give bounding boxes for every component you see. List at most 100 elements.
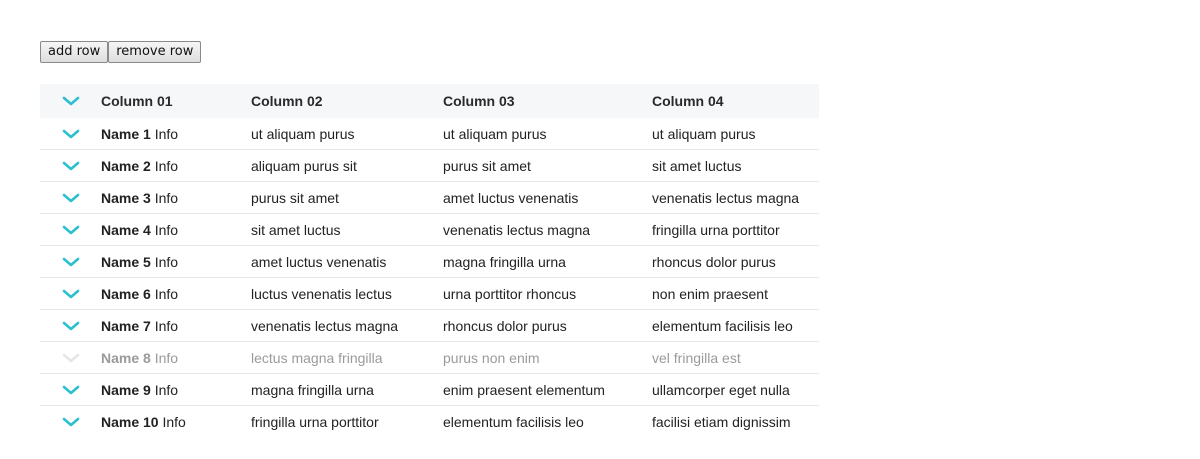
expand-all-toggle[interactable] bbox=[40, 95, 101, 107]
table-row[interactable]: Name 2 Info aliquam purus sit purus sit am… bbox=[40, 150, 819, 182]
row-name: Name 5 bbox=[101, 253, 151, 270]
column-header-02[interactable]: Column 02 bbox=[251, 93, 443, 109]
row-expand-toggle[interactable] bbox=[40, 160, 101, 172]
row-cell-column-02: luctus venenatis lectus bbox=[251, 285, 392, 302]
row-info: Info bbox=[154, 317, 179, 334]
chevron-down-icon bbox=[62, 385, 79, 394]
column-header-03[interactable]: Column 03 bbox=[443, 93, 652, 109]
row-expand-toggle[interactable] bbox=[40, 256, 101, 268]
table-row[interactable]: Name 10 Info fringilla urna porttitor elem… bbox=[40, 406, 819, 437]
chevron-down-icon bbox=[62, 257, 79, 266]
row-name-cell: Name 9 Info bbox=[101, 382, 251, 398]
table-row[interactable]: Name 4 Info sit amet luctus venenatis lect… bbox=[40, 214, 819, 246]
chevron-down-icon bbox=[62, 417, 79, 426]
row-cell-column-04: ullamcorper eget nulla bbox=[652, 381, 790, 398]
remove-row-button[interactable]: remove row bbox=[108, 41, 202, 63]
table-body: Name 1 Info ut aliquam purus ut aliquam pu… bbox=[40, 118, 819, 437]
row-name-cell: Name 6 Info bbox=[101, 286, 251, 302]
row-cell-column-03: rhoncus dolor purus bbox=[443, 317, 567, 334]
table-row[interactable]: Name 9 Info magna fringilla urna enim prae… bbox=[40, 374, 819, 406]
row-info: Info bbox=[154, 285, 179, 302]
row-cell-column-03: purus non enim bbox=[443, 349, 540, 366]
chevron-down-icon bbox=[62, 225, 79, 234]
row-expand-toggle[interactable] bbox=[40, 192, 101, 204]
row-expand-toggle[interactable] bbox=[40, 320, 101, 332]
chevron-down-icon bbox=[62, 193, 79, 202]
row-cell-column-02: fringilla urna porttitor bbox=[251, 413, 379, 430]
table-row[interactable]: Name 6 Info luctus venenatis lectus urna p… bbox=[40, 278, 819, 310]
row-cell-column-02: aliquam purus sit bbox=[251, 157, 357, 174]
row-info: Info bbox=[154, 189, 179, 206]
chevron-down-icon bbox=[62, 321, 79, 330]
chevron-down-icon bbox=[62, 96, 79, 106]
chevron-down-icon bbox=[62, 161, 79, 170]
row-cell-column-03: ut aliquam purus bbox=[443, 125, 547, 142]
row-name-cell: Name 1 Info bbox=[101, 126, 251, 142]
table-header-row: Column 01 Column 02 Column 03 Column 04 bbox=[40, 84, 819, 118]
row-cell-column-04: facilisi etiam dignissim bbox=[652, 413, 791, 430]
toolbar: add row remove row bbox=[40, 41, 202, 63]
row-name: Name 7 bbox=[101, 317, 151, 334]
row-expand-toggle[interactable] bbox=[40, 128, 101, 140]
row-info: Info bbox=[154, 253, 179, 270]
row-cell-column-04: rhoncus dolor purus bbox=[652, 253, 776, 270]
row-cell-column-03: amet luctus venenatis bbox=[443, 189, 579, 206]
row-cell-column-02: sit amet luctus bbox=[251, 221, 341, 238]
row-name-cell: Name 10 Info bbox=[101, 414, 251, 430]
row-info: Info bbox=[154, 157, 179, 174]
column-header-01[interactable]: Column 01 bbox=[101, 93, 251, 109]
row-cell-column-04: ut aliquam purus bbox=[652, 125, 756, 142]
row-cell-column-04: vel fringilla est bbox=[652, 349, 741, 366]
data-table: Column 01 Column 02 Column 03 Column 04 … bbox=[40, 84, 819, 437]
row-cell-column-02: venenatis lectus magna bbox=[251, 317, 399, 334]
row-expand-toggle[interactable] bbox=[40, 416, 101, 428]
row-name: Name 8 bbox=[101, 349, 151, 366]
chevron-down-icon bbox=[62, 289, 79, 298]
row-name: Name 10 bbox=[101, 413, 159, 430]
row-cell-column-02: lectus magna fringilla bbox=[251, 349, 383, 366]
add-row-button[interactable]: add row bbox=[40, 41, 109, 63]
row-info: Info bbox=[154, 221, 179, 238]
row-name: Name 3 bbox=[101, 189, 151, 206]
chevron-down-icon bbox=[62, 353, 79, 362]
row-name-cell: Name 8 Info bbox=[101, 350, 251, 366]
row-cell-column-03: urna porttitor rhoncus bbox=[443, 285, 577, 302]
row-expand-toggle[interactable] bbox=[40, 352, 101, 364]
table-row[interactable]: Name 8 Info lectus magna fringilla purus n… bbox=[40, 342, 819, 374]
chevron-down-icon bbox=[62, 129, 79, 138]
row-name: Name 1 bbox=[101, 125, 151, 142]
column-header-04[interactable]: Column 04 bbox=[652, 93, 819, 109]
row-expand-toggle[interactable] bbox=[40, 384, 101, 396]
table-row[interactable]: Name 3 Info purus sit amet amet luctus ven… bbox=[40, 182, 819, 214]
row-name: Name 4 bbox=[101, 221, 151, 238]
table-row[interactable]: Name 5 Info amet luctus venenatis magna fr… bbox=[40, 246, 819, 278]
row-name-cell: Name 2 Info bbox=[101, 158, 251, 174]
row-cell-column-02: purus sit amet bbox=[251, 189, 339, 206]
row-info: Info bbox=[154, 381, 179, 398]
row-info: Info bbox=[154, 349, 179, 366]
row-cell-column-03: venenatis lectus magna bbox=[443, 221, 591, 238]
row-name-cell: Name 3 Info bbox=[101, 190, 251, 206]
row-name: Name 2 bbox=[101, 157, 151, 174]
row-expand-toggle[interactable] bbox=[40, 288, 101, 300]
table-row[interactable]: Name 7 Info venenatis lectus magna rhoncus… bbox=[40, 310, 819, 342]
row-cell-column-04: non enim praesent bbox=[652, 285, 768, 302]
row-cell-column-03: enim praesent elementum bbox=[443, 381, 605, 398]
row-cell-column-03: purus sit amet bbox=[443, 157, 531, 174]
row-info: Info bbox=[154, 125, 179, 142]
row-cell-column-02: magna fringilla urna bbox=[251, 381, 374, 398]
row-cell-column-02: amet luctus venenatis bbox=[251, 253, 387, 270]
row-cell-column-03: elementum facilisis leo bbox=[443, 413, 584, 430]
row-name: Name 6 bbox=[101, 285, 151, 302]
row-cell-column-03: magna fringilla urna bbox=[443, 253, 566, 270]
row-cell-column-04: venenatis lectus magna bbox=[652, 189, 800, 206]
row-name-cell: Name 5 Info bbox=[101, 254, 251, 270]
row-cell-column-02: ut aliquam purus bbox=[251, 125, 355, 142]
row-cell-column-04: sit amet luctus bbox=[652, 157, 742, 174]
row-cell-column-04: fringilla urna porttitor bbox=[652, 221, 780, 238]
row-expand-toggle[interactable] bbox=[40, 224, 101, 236]
row-cell-column-04: elementum facilisis leo bbox=[652, 317, 793, 334]
row-name-cell: Name 7 Info bbox=[101, 318, 251, 334]
table-row[interactable]: Name 1 Info ut aliquam purus ut aliquam pu… bbox=[40, 118, 819, 150]
row-info: Info bbox=[162, 413, 186, 430]
